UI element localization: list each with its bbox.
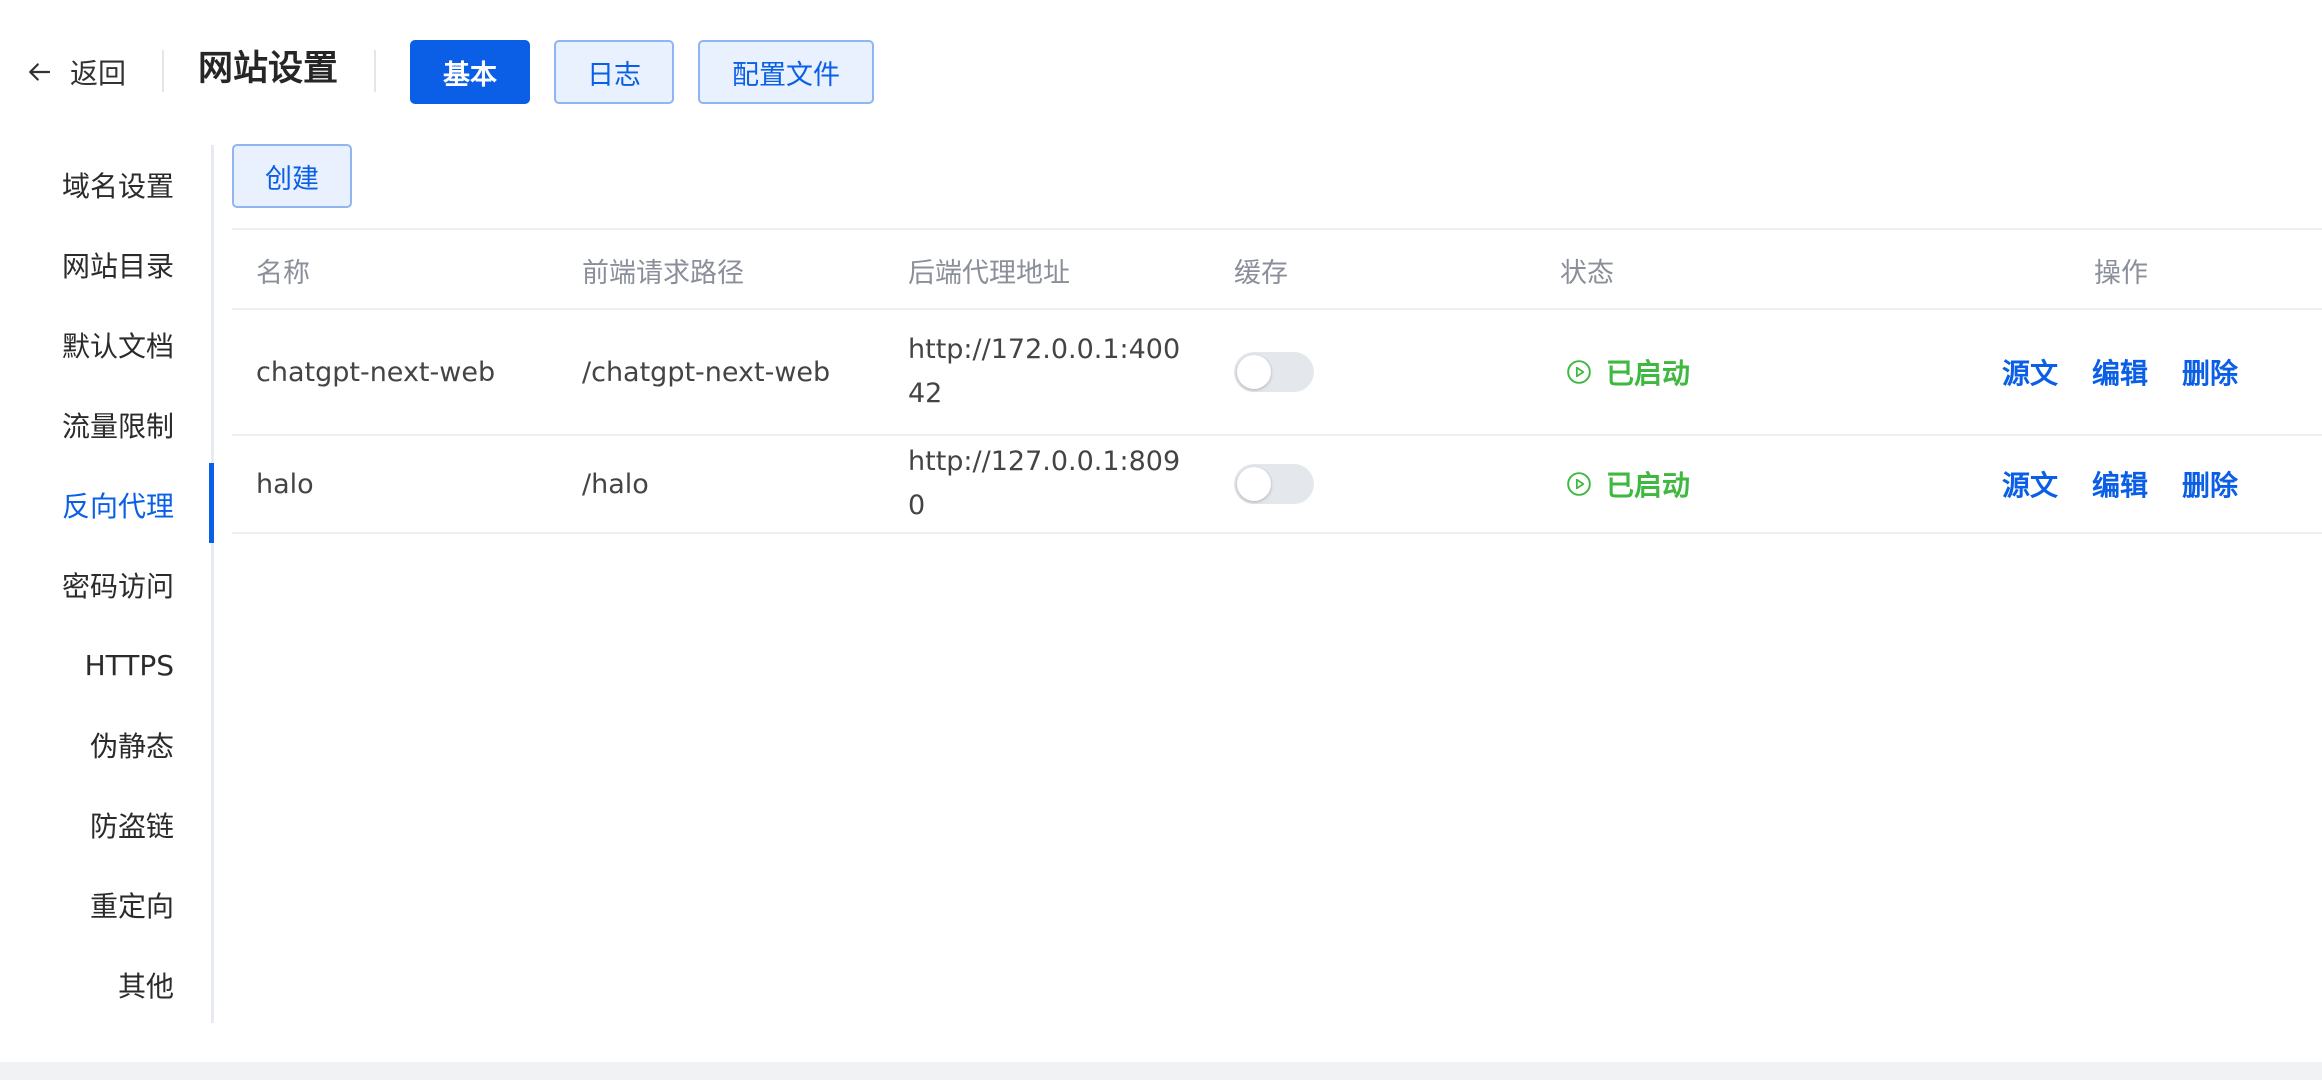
cell-frontend-path: /halo (582, 468, 649, 500)
column-header-actions: 操作 (2094, 257, 2148, 289)
table-row: chatgpt-next-web /chatgpt-next-web http:… (232, 310, 2322, 436)
page-root: 返回 网站设置 基本 日志 配置文件 域名设置 网站目录 默认文档 流量限制 反… (0, 0, 2322, 1080)
sidebar-item-other[interactable]: 其他 (0, 945, 216, 1025)
back-label: 返回 (70, 57, 127, 90)
header-divider (162, 50, 164, 92)
header: 返回 网站设置 基本 日志 配置文件 (0, 0, 2322, 140)
cache-toggle[interactable] (1234, 464, 1314, 504)
source-action[interactable]: 源文 (2002, 464, 2058, 504)
play-circle-icon (1567, 360, 1591, 384)
arrow-left-icon (29, 63, 51, 81)
bottom-strip (0, 1062, 2322, 1080)
cell-actions: 源文 编辑 删除 (2002, 310, 2272, 434)
cell-frontend-path: /chatgpt-next-web (582, 356, 831, 388)
sidebar-item-hotlink-protection[interactable]: 防盗链 (0, 785, 216, 865)
cache-toggle[interactable] (1234, 352, 1314, 392)
cell-status: 已启动 (1566, 310, 1690, 434)
cell-backend-proxy: http://172.0.0.1:40042 (908, 334, 1181, 409)
cell-status: 已启动 (1566, 436, 1690, 532)
cell-cache (1234, 310, 1314, 434)
cell-backend-proxy: http://127.0.0.1:8090 (908, 446, 1181, 521)
tab-basic[interactable]: 基本 (410, 40, 530, 104)
sidebar-item-default-document[interactable]: 默认文档 (0, 305, 216, 385)
back-button[interactable]: 返回 (24, 48, 126, 96)
tab-log[interactable]: 日志 (554, 40, 674, 104)
cell-name: chatgpt-next-web (256, 356, 496, 388)
cell-actions: 源文 编辑 删除 (2002, 436, 2272, 532)
table-header: 名称 前端请求路径 后端代理地址 缓存 状态 操作 (232, 228, 2322, 310)
status-badge: 已启动 (1566, 352, 1690, 392)
sidebar-item-domain[interactable]: 域名设置 (0, 145, 216, 225)
edit-action[interactable]: 编辑 (2092, 352, 2148, 392)
header-divider (374, 50, 376, 92)
column-header-frontend-path: 前端请求路径 (582, 257, 744, 289)
column-header-backend-proxy: 后端代理地址 (908, 257, 1070, 289)
status-badge: 已启动 (1566, 464, 1690, 504)
status-text: 已启动 (1606, 469, 1691, 502)
toggle-knob (1237, 355, 1271, 389)
status-text: 已启动 (1606, 357, 1691, 390)
sidebar: 域名设置 网站目录 默认文档 流量限制 反向代理 密码访问 HTTPS 伪静态 … (0, 145, 216, 1025)
delete-action[interactable]: 删除 (2182, 352, 2238, 392)
sidebar-item-site-directory[interactable]: 网站目录 (0, 225, 216, 305)
sidebar-item-reverse-proxy[interactable]: 反向代理 (0, 465, 216, 545)
page-title: 网站设置 (198, 49, 339, 89)
column-header-status: 状态 (1560, 257, 1614, 289)
table-row: halo /halo http://127.0.0.1:8090 已启动 源文 (232, 436, 2322, 534)
toggle-knob (1237, 467, 1271, 501)
cell-name: halo (256, 468, 314, 500)
tab-config-file[interactable]: 配置文件 (698, 40, 874, 104)
column-header-cache: 缓存 (1234, 257, 1288, 289)
create-button[interactable]: 创建 (232, 144, 352, 208)
sidebar-item-traffic-limit[interactable]: 流量限制 (0, 385, 216, 465)
sidebar-item-password-access[interactable]: 密码访问 (0, 545, 216, 625)
sidebar-item-rewrite[interactable]: 伪静态 (0, 705, 216, 785)
edit-action[interactable]: 编辑 (2092, 464, 2148, 504)
delete-action[interactable]: 删除 (2182, 464, 2238, 504)
play-circle-icon (1567, 472, 1591, 496)
sidebar-item-redirect[interactable]: 重定向 (0, 865, 216, 945)
sidebar-item-https[interactable]: HTTPS (0, 625, 216, 705)
proxy-table: 名称 前端请求路径 后端代理地址 缓存 状态 操作 chatgpt-next-w… (232, 228, 2322, 534)
column-header-name: 名称 (256, 257, 310, 289)
source-action[interactable]: 源文 (2002, 352, 2058, 392)
cell-cache (1234, 436, 1314, 532)
